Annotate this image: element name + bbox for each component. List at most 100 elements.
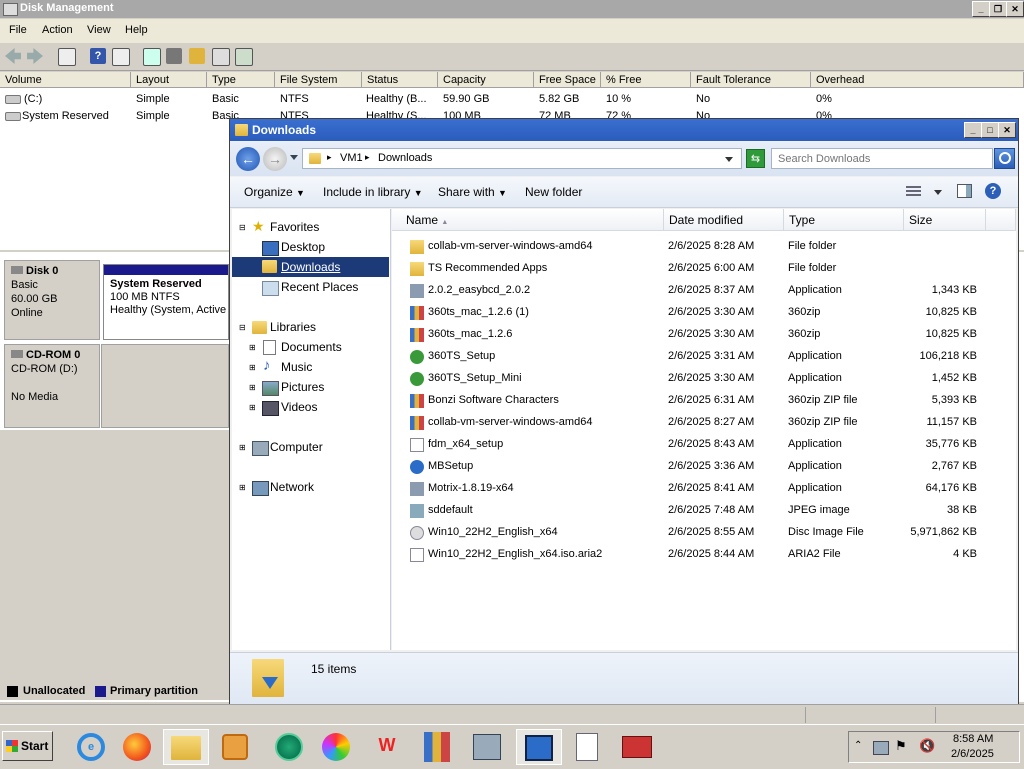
- forward-button[interactable]: →: [263, 147, 287, 171]
- column-type[interactable]: Type: [207, 72, 275, 88]
- organize-button[interactable]: Organize ▼: [244, 185, 305, 199]
- nav-favorites[interactable]: Favorites: [270, 220, 319, 234]
- archive-app-icon[interactable]: [416, 729, 458, 765]
- column-type[interactable]: Type: [784, 209, 904, 231]
- file-row[interactable]: sddefault 2/6/2025 7:48 AM JPEG image 38 KB: [392, 500, 1016, 522]
- file-row[interactable]: MBSetup 2/6/2025 3:36 AM Application 2,767 …: [392, 456, 1016, 478]
- close-button[interactable]: ✕: [1006, 1, 1024, 17]
- help-icon[interactable]: ?: [985, 183, 1001, 199]
- search-icon[interactable]: [212, 48, 230, 66]
- nav-downloads-selected[interactable]: Downloads: [232, 257, 389, 277]
- history-dropdown-icon[interactable]: [290, 155, 298, 160]
- expand-icon[interactable]: ⊞: [239, 443, 246, 452]
- search-input[interactable]: [771, 148, 993, 169]
- volume-muted-icon[interactable]: 🔇: [919, 738, 935, 754]
- nav-desktop[interactable]: Desktop: [281, 240, 325, 254]
- open-folder-icon[interactable]: [189, 48, 205, 64]
- column-name[interactable]: Name ▲: [392, 209, 664, 231]
- address-bar[interactable]: ▸ VM1 ▸ Downloads: [302, 148, 742, 169]
- column-free-space[interactable]: Free Space: [534, 72, 601, 88]
- settings-icon[interactable]: [235, 48, 253, 66]
- file-row[interactable]: 2.0.2_easybcd_2.0.2 2/6/2025 8:37 AM Appli…: [392, 280, 1016, 302]
- back-arrow-icon[interactable]: [5, 48, 21, 64]
- column-file-system[interactable]: File System: [275, 72, 362, 88]
- breadcrumb-downloads[interactable]: Downloads: [378, 152, 432, 164]
- explorer-titlebar[interactable]: Downloads _ □ ✕: [230, 119, 1018, 141]
- breadcrumb-vm1[interactable]: VM1: [340, 152, 363, 164]
- explorer-minimize-button[interactable]: _: [964, 122, 982, 138]
- nav-documents[interactable]: Documents: [281, 340, 342, 354]
- new-folder-button[interactable]: New folder: [525, 185, 582, 199]
- view-options-icon[interactable]: [906, 186, 921, 198]
- file-row[interactable]: Win10_22H2_English_x64.iso.aria2 2/6/2025…: [392, 544, 1016, 566]
- expand-icon[interactable]: ⊞: [239, 483, 246, 492]
- column-status[interactable]: Status: [362, 72, 438, 88]
- expand-icon[interactable]: ⊞: [249, 343, 256, 352]
- nav-pictures[interactable]: Pictures: [281, 380, 324, 394]
- refresh-button[interactable]: ⇆: [746, 149, 765, 168]
- column-date-modified[interactable]: Date modified: [664, 209, 784, 231]
- column-layout[interactable]: Layout: [131, 72, 207, 88]
- network-tray-icon[interactable]: [873, 741, 889, 755]
- file-row[interactable]: fdm_x64_setup 2/6/2025 8:43 AM Application…: [392, 434, 1016, 456]
- expand-icon[interactable]: ⊞: [249, 383, 256, 392]
- cdrom-0-header[interactable]: CD-ROM 0 CD-ROM (D:) No Media: [4, 344, 100, 428]
- file-row[interactable]: collab-vm-server-windows-amd64 2/6/2025 8…: [392, 236, 1016, 258]
- disk-0-header[interactable]: Disk 0 Basic 60.00 GB Online: [4, 260, 100, 340]
- partition-system-reserved[interactable]: System Reserved 100 MB NTFS Healthy (Sys…: [103, 264, 229, 340]
- view-dropdown-icon[interactable]: [934, 190, 942, 195]
- column-size[interactable]: Size: [904, 209, 986, 231]
- column-percent-free[interactable]: % Free: [601, 72, 691, 88]
- nav-network[interactable]: Network: [270, 480, 314, 494]
- disk-management-titlebar[interactable]: Disk Management _ ❐ ✕: [0, 0, 1024, 18]
- collapse-icon[interactable]: ⊟: [239, 223, 246, 232]
- collapse-icon[interactable]: ⊟: [239, 323, 246, 332]
- toolbox-icon[interactable]: [616, 729, 658, 765]
- console-tree-icon[interactable]: [58, 48, 76, 66]
- nav-recent-places[interactable]: Recent Places: [281, 280, 358, 294]
- nav-music[interactable]: Music: [281, 360, 312, 374]
- file-row[interactable]: 360ts_mac_1.2.6 2/6/2025 3:30 AM 360zip 10,…: [392, 324, 1016, 346]
- column-capacity[interactable]: Capacity: [438, 72, 534, 88]
- back-button[interactable]: ←: [236, 147, 260, 171]
- preview-pane-icon[interactable]: [957, 184, 972, 198]
- column-fault-tolerance[interactable]: Fault Tolerance: [691, 72, 811, 88]
- menu-file[interactable]: File: [9, 24, 27, 36]
- minimize-button[interactable]: _: [972, 1, 990, 17]
- 360-browser-icon[interactable]: [268, 729, 310, 765]
- clock-date[interactable]: 2/6/2025: [951, 748, 994, 760]
- notepad-icon[interactable]: [566, 729, 608, 765]
- wps-office-icon[interactable]: W: [366, 729, 408, 765]
- include-in-library-button[interactable]: Include in library ▼: [323, 185, 423, 199]
- file-row[interactable]: collab-vm-server-windows-amd64 2/6/2025 8…: [392, 412, 1016, 434]
- column-volume[interactable]: Volume: [0, 72, 131, 88]
- refresh-icon[interactable]: [143, 48, 161, 66]
- explorer-maximize-button[interactable]: □: [981, 122, 999, 138]
- remote-desktop-icon[interactable]: [516, 729, 562, 765]
- colorful-circle-app-icon[interactable]: [315, 729, 357, 765]
- firefox-icon[interactable]: [116, 729, 158, 765]
- file-row[interactable]: Bonzi Software Characters 2/6/2025 6:31 A…: [392, 390, 1016, 412]
- action-center-flag-icon[interactable]: ⚑: [895, 738, 907, 754]
- explorer-close-button[interactable]: ✕: [998, 122, 1016, 138]
- file-explorer-taskbar-icon[interactable]: [163, 729, 209, 765]
- nav-libraries[interactable]: Libraries: [270, 320, 316, 334]
- restore-button[interactable]: ❐: [989, 1, 1007, 17]
- search-button[interactable]: [994, 148, 1015, 169]
- column-overhead[interactable]: Overhead: [811, 72, 1024, 88]
- address-dropdown-icon[interactable]: [725, 157, 733, 162]
- menu-action[interactable]: Action: [42, 24, 73, 36]
- file-row[interactable]: TS Recommended Apps 2/6/2025 6:00 AM File …: [392, 258, 1016, 280]
- rescan-icon[interactable]: [166, 48, 182, 64]
- media-player-icon[interactable]: [214, 729, 256, 765]
- menu-view[interactable]: View: [87, 24, 111, 36]
- file-row[interactable]: Win10_22H2_English_x64 2/6/2025 8:55 AM Di…: [392, 522, 1016, 544]
- share-with-button[interactable]: Share with ▼: [438, 185, 507, 199]
- forward-arrow-icon[interactable]: [27, 48, 43, 64]
- file-row[interactable]: 360TS_Setup_Mini 2/6/2025 3:30 AM Applicat…: [392, 368, 1016, 390]
- file-row[interactable]: Motrix-1.8.19-x64 2/6/2025 8:41 AM Applica…: [392, 478, 1016, 500]
- clock-time[interactable]: 8:58 AM: [953, 733, 993, 745]
- internet-explorer-icon[interactable]: e: [70, 729, 112, 765]
- start-button[interactable]: Start: [2, 731, 53, 761]
- computer-management-icon[interactable]: [466, 729, 508, 765]
